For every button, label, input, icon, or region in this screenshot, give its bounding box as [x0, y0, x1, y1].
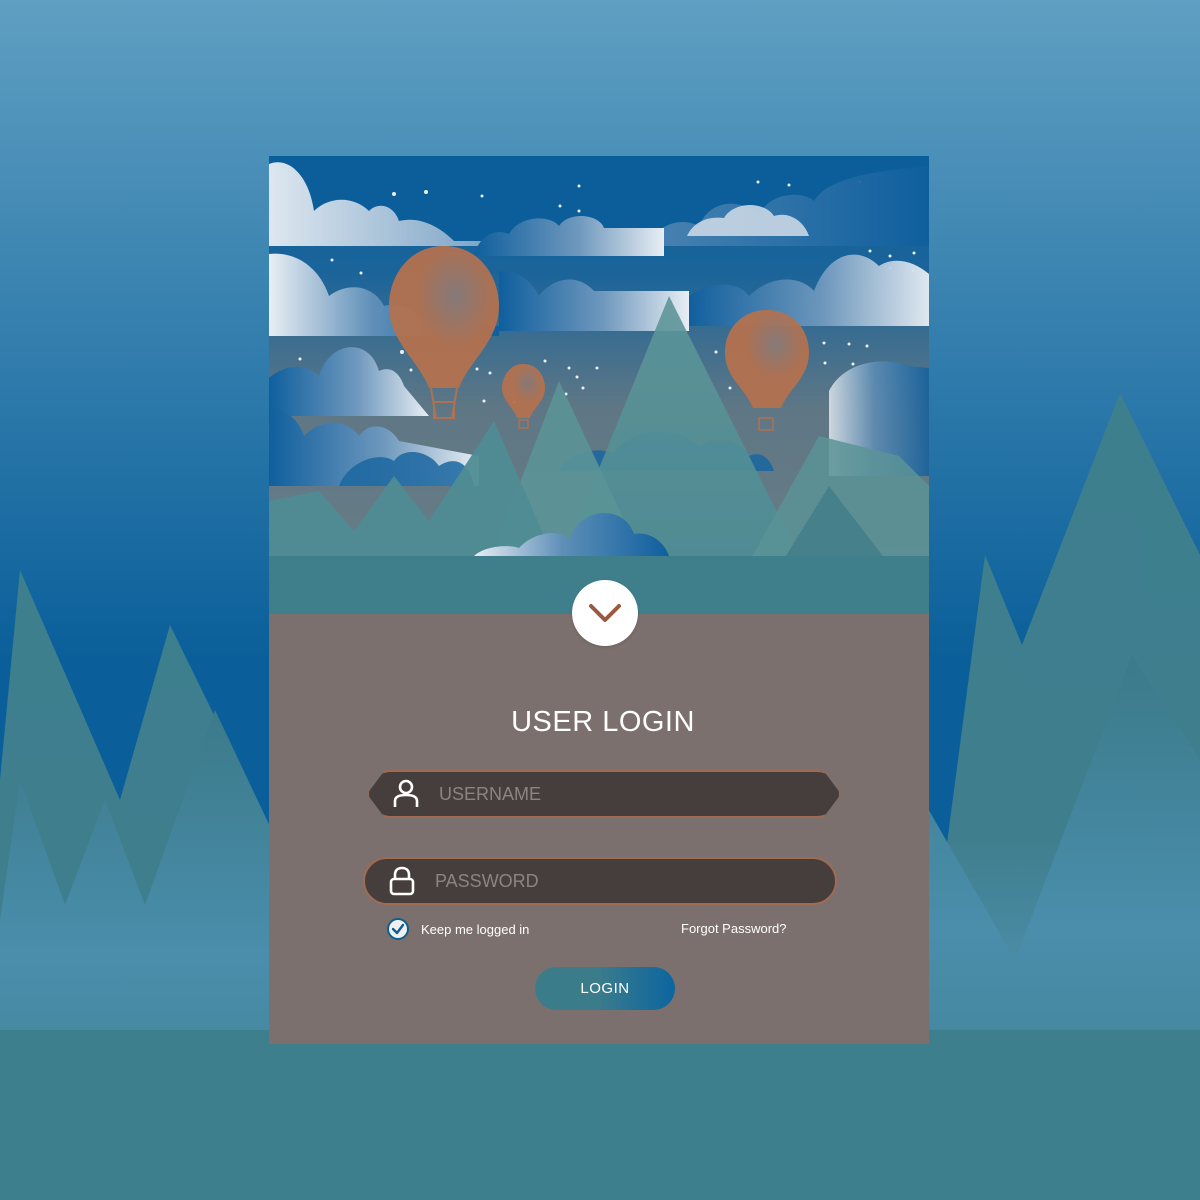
lock-icon — [381, 865, 423, 897]
user-icon — [385, 778, 427, 810]
page-title: USER LOGIN — [511, 706, 695, 738]
remember-me-checkbox[interactable]: Keep me logged in — [387, 918, 529, 940]
forgot-password-link[interactable]: Forgot Password? — [681, 921, 787, 936]
header-illustration — [269, 156, 929, 616]
login-card: USER LOGIN Keep me logged in Forgot Pass… — [269, 156, 929, 1044]
expand-toggle-button[interactable] — [572, 580, 638, 646]
chevron-down-icon — [589, 604, 621, 622]
username-input[interactable] — [427, 774, 819, 814]
remember-me-label: Keep me logged in — [421, 921, 530, 937]
username-field — [367, 770, 841, 818]
login-button[interactable]: LOGIN — [535, 967, 675, 1010]
password-field — [363, 857, 837, 905]
password-input[interactable] — [423, 861, 815, 901]
check-icon — [387, 918, 409, 940]
